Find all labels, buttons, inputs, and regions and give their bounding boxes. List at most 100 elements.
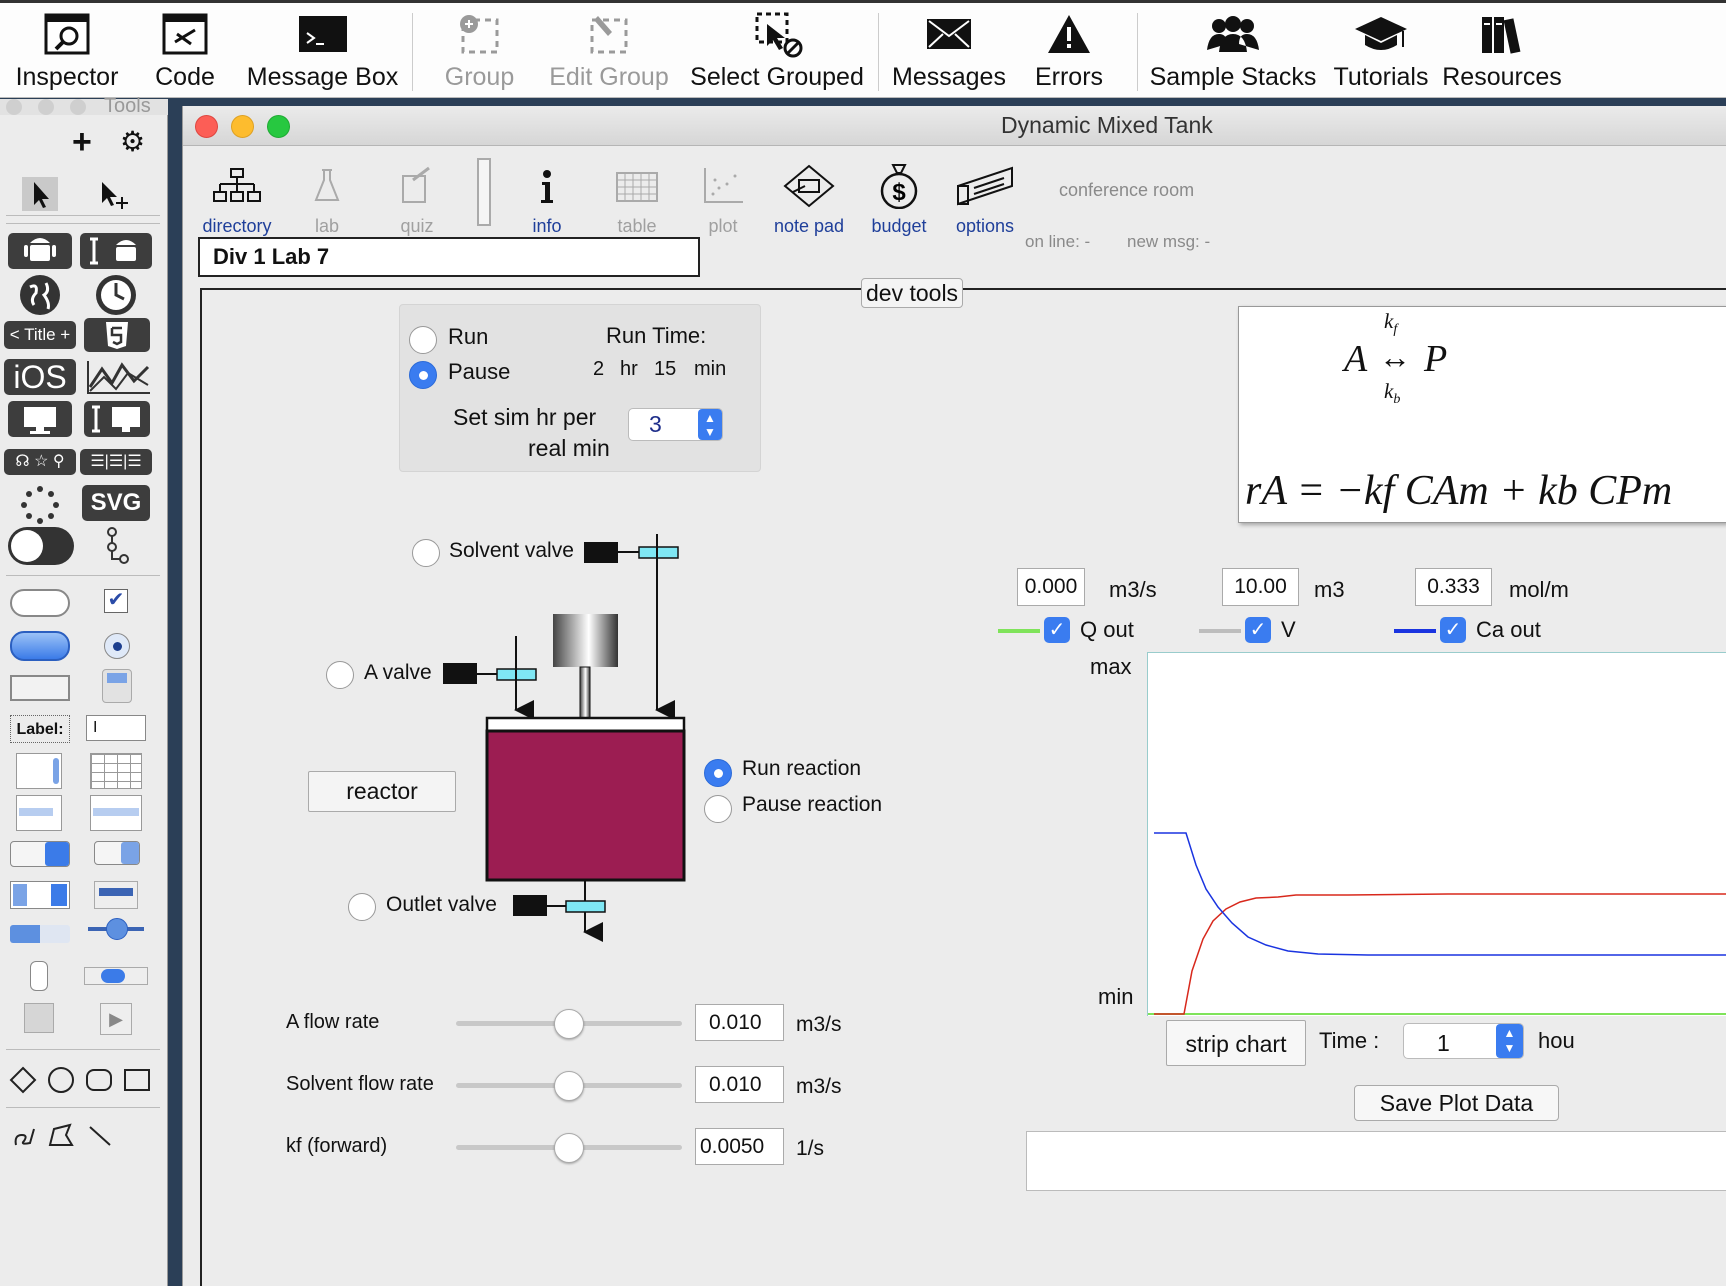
checkbox-tool[interactable]: ✔ xyxy=(104,589,128,613)
reactor-button[interactable]: reactor xyxy=(308,771,456,812)
player-tool[interactable]: ▶ xyxy=(100,1003,132,1035)
combo-box-tool[interactable] xyxy=(10,881,70,909)
save-plot-data-button[interactable]: Save Plot Data xyxy=(1354,1085,1559,1121)
toolbar-resources-button[interactable]: Resources xyxy=(1440,5,1564,97)
dev-tools-button[interactable]: dev tools xyxy=(861,278,964,308)
toolbar-messages-button[interactable]: Messages xyxy=(890,5,1008,97)
radio-tool[interactable] xyxy=(104,633,130,659)
oval-shape-tool[interactable] xyxy=(48,1067,74,1093)
mac-field-tool[interactable] xyxy=(84,401,150,437)
popup-tool[interactable] xyxy=(102,669,132,703)
toolbar-edit-group-button[interactable]: Edit Group xyxy=(545,5,673,97)
strip-chart-button[interactable]: strip chart xyxy=(1166,1020,1306,1066)
mac-widget-tool[interactable] xyxy=(8,401,72,437)
solvent-flow-rate-slider-knob[interactable] xyxy=(554,1071,584,1101)
rounded-button-tool[interactable] xyxy=(10,589,70,617)
toolbar-group-button[interactable]: Group xyxy=(432,5,527,97)
tree-tool[interactable] xyxy=(104,527,132,570)
spinner-tool[interactable] xyxy=(20,485,60,525)
pause-reaction-radio[interactable] xyxy=(704,795,732,823)
html5-tool[interactable] xyxy=(84,318,150,352)
toolbar-select-grouped-button[interactable]: Select Grouped xyxy=(688,5,866,97)
group-icon xyxy=(432,5,527,63)
v-checkbox[interactable]: ✓ xyxy=(1245,617,1271,643)
polygon-tool[interactable] xyxy=(46,1123,74,1149)
slider-tool[interactable] xyxy=(88,918,144,940)
q-out-checkbox[interactable]: ✓ xyxy=(1044,617,1070,643)
tools-close-button[interactable] xyxy=(6,99,22,115)
menu-tool[interactable] xyxy=(94,881,138,909)
scrolling-field-tool[interactable] xyxy=(16,753,62,789)
mixer-motor xyxy=(553,614,618,667)
ios-tool[interactable]: iOS xyxy=(4,359,76,395)
default-button-tool[interactable] xyxy=(10,631,70,661)
main-toolbar: Inspector Code Message Box Group Edit Gr… xyxy=(0,0,1726,98)
resources-icon xyxy=(1440,5,1564,63)
plot-max-label: max xyxy=(1090,654,1132,679)
switch-tool[interactable] xyxy=(8,527,74,565)
line-tool[interactable] xyxy=(86,1123,114,1149)
rectangle-button-tool[interactable] xyxy=(10,675,70,701)
android-widget-tool[interactable] xyxy=(8,233,72,269)
edit-pointer-tool[interactable] xyxy=(96,177,132,216)
progress-bar-tool[interactable] xyxy=(10,925,70,943)
outlet-valve-actuator xyxy=(513,895,547,916)
tools-minimize-button[interactable] xyxy=(38,99,54,115)
chart-tool[interactable] xyxy=(86,359,152,395)
a-flow-rate-field[interactable]: 0.010 xyxy=(695,1004,784,1041)
browser-globe-tool[interactable] xyxy=(20,275,60,315)
android-field-tool[interactable] xyxy=(80,233,152,269)
scrollbar-tool[interactable] xyxy=(84,967,148,985)
conference-room-link[interactable]: conference room xyxy=(1059,180,1194,201)
option-menu-tool[interactable] xyxy=(10,841,70,867)
toolbar-label: Group xyxy=(444,63,515,91)
table-field-tool[interactable] xyxy=(90,753,142,789)
time-scale-value: 1 xyxy=(1437,1030,1450,1056)
time-scale-select[interactable]: 1 ▲ ▼ xyxy=(1403,1023,1524,1059)
outlet-valve-body xyxy=(565,900,606,913)
clock-tool[interactable] xyxy=(96,275,136,315)
nav-note-pad-button[interactable]: note pad xyxy=(767,156,851,246)
tools-palette: Tools + ⚙ < Title + iOS ☊ ☆ ⚲ ☰|☰|☰ SVG … xyxy=(0,95,168,1286)
pointer-tool[interactable] xyxy=(22,177,58,211)
nav-options-button[interactable]: options xyxy=(943,156,1027,246)
toolbar-inspector-button[interactable]: Inspector xyxy=(8,5,126,97)
solvent-flow-rate-unit: m3/s xyxy=(796,1075,842,1098)
kf-forward-slider-knob[interactable] xyxy=(554,1133,584,1163)
toolbar-tutorials-button[interactable]: Tutorials xyxy=(1330,5,1432,97)
rectangle-shape-tool[interactable] xyxy=(124,1069,150,1091)
species-a: A xyxy=(1344,338,1368,380)
v-legend: V xyxy=(1281,617,1296,642)
toolbar-message-box-button[interactable]: Message Box xyxy=(245,5,400,97)
add-icon[interactable]: + xyxy=(72,125,92,159)
freehand-tool[interactable] xyxy=(12,1123,38,1149)
data-grid-tool[interactable] xyxy=(90,795,142,831)
headphone-star-search-tool[interactable]: ☊ ☆ ⚲ xyxy=(4,449,76,475)
list-field-tool[interactable] xyxy=(16,795,62,831)
solvent-flow-rate-field[interactable]: 0.010 xyxy=(695,1066,784,1103)
image-tool[interactable] xyxy=(24,1003,54,1033)
segmented-tool[interactable]: ☰|☰|☰ xyxy=(80,449,152,475)
stepper-tool[interactable] xyxy=(30,961,48,991)
toolbar-code-button[interactable]: Code xyxy=(140,5,230,97)
run-reaction-radio[interactable] xyxy=(704,759,732,787)
text-field-tool[interactable]: I xyxy=(86,715,146,741)
chevron-up-down-icon: ▲ ▼ xyxy=(1496,1024,1523,1058)
title-bar-tool[interactable]: < Title + xyxy=(4,321,76,349)
pulldown-menu-tool[interactable] xyxy=(94,841,140,865)
toolbar-errors-button[interactable]: Errors xyxy=(1025,5,1113,97)
label-tool[interactable]: Label: xyxy=(10,715,70,743)
ca-out-checkbox[interactable]: ✓ xyxy=(1440,617,1466,643)
gear-icon[interactable]: ⚙ xyxy=(120,127,145,157)
a-flow-rate-slider-knob[interactable] xyxy=(554,1009,584,1039)
toolbar-sample-stacks-button[interactable]: Sample Stacks xyxy=(1148,5,1318,97)
divider xyxy=(6,1049,160,1050)
svg-tool[interactable]: SVG xyxy=(82,485,150,521)
rounded-rect-shape-tool[interactable] xyxy=(86,1069,112,1091)
kf-forward-field[interactable]: 0.0050 xyxy=(695,1128,784,1165)
solvent-valve-body xyxy=(638,546,679,559)
nav-budget-button[interactable]: $ budget xyxy=(857,156,941,246)
toolbar-label: Sample Stacks xyxy=(1149,63,1317,91)
tools-zoom-button[interactable] xyxy=(70,99,86,115)
diamond-shape-tool[interactable] xyxy=(8,1065,38,1095)
